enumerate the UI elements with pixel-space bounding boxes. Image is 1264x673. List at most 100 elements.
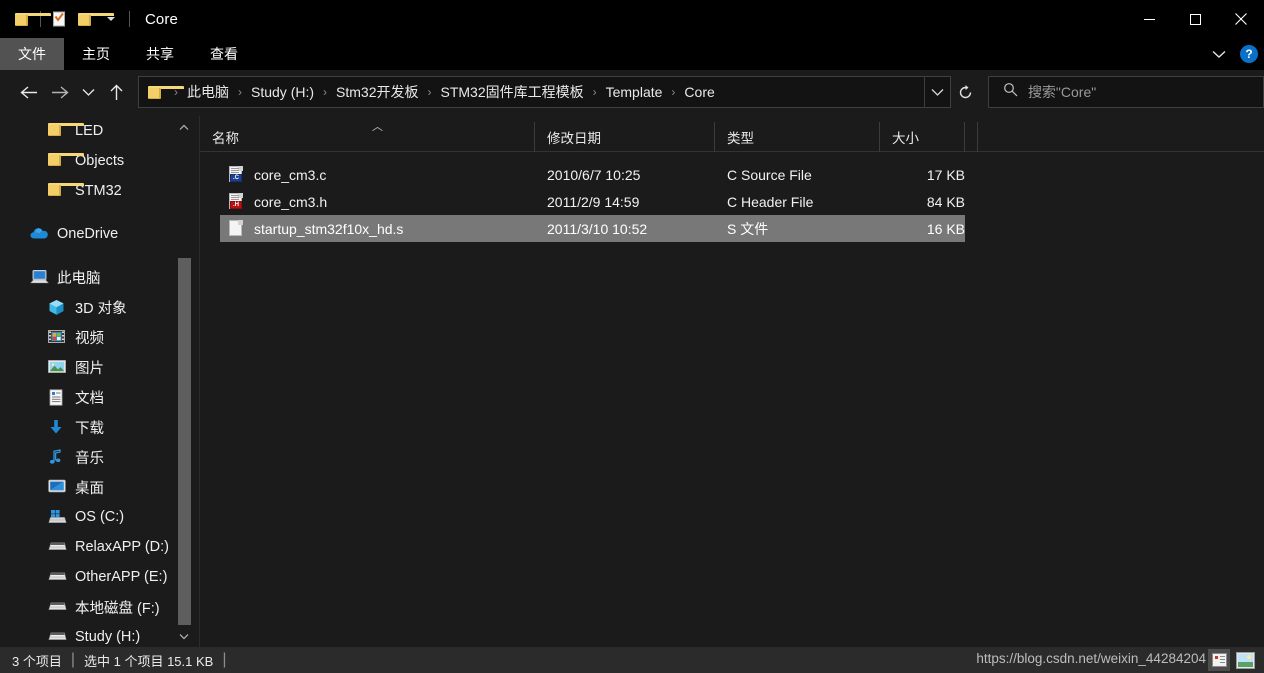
sidebar-item-label: 本地磁盘 (F:) bbox=[75, 600, 160, 617]
breadcrumb-item-3[interactable]: STM32固件库工程模板 bbox=[438, 82, 585, 102]
list-top-spacer bbox=[200, 152, 1264, 161]
close-button[interactable] bbox=[1218, 0, 1264, 38]
recent-locations-button[interactable] bbox=[76, 76, 100, 108]
tab-view[interactable]: 查看 bbox=[192, 38, 256, 70]
sidebar-item-label: 图片 bbox=[75, 360, 104, 377]
up-button[interactable] bbox=[100, 76, 132, 108]
column-header-type[interactable]: 类型 bbox=[715, 121, 880, 152]
navigation-pane: LED Objects STM32 OneDrive 此电脑 3D 对象 视频 … bbox=[0, 116, 200, 647]
folder-icon[interactable] bbox=[9, 6, 51, 32]
sidebar-item-os-c[interactable]: OS (C:) bbox=[0, 502, 200, 532]
toolbar-divider-2 bbox=[129, 11, 130, 27]
breadcrumb-separator-5[interactable]: › bbox=[664, 85, 682, 99]
table-row[interactable]: .C core_cm3.c 2010/6/7 10:25 C Source Fi… bbox=[220, 161, 1164, 188]
address-bar-row: › 此电脑 › Study (H:) › Stm32开发板 › STM32固件库… bbox=[0, 70, 1264, 114]
sidebar-item-label: 下载 bbox=[75, 420, 104, 437]
sidebar-item-label: Study (H:) bbox=[75, 629, 141, 645]
file-type-cell: S 文件 bbox=[727, 220, 769, 237]
tab-share[interactable]: 共享 bbox=[128, 38, 192, 70]
maximize-button[interactable] bbox=[1172, 0, 1218, 38]
item-count-label: 3 个项目 bbox=[12, 653, 62, 669]
music-icon bbox=[48, 448, 65, 466]
file-name-text: core_cm3.c bbox=[254, 166, 327, 183]
file-type-cell: C Header File bbox=[727, 193, 814, 210]
sidebar-item-study-h[interactable]: Study (H:) bbox=[0, 622, 200, 647]
scrollbar-thumb[interactable] bbox=[178, 258, 191, 625]
sidebar-item-label: OneDrive bbox=[57, 226, 119, 242]
search-icon bbox=[1003, 82, 1018, 102]
sidebar-item-music[interactable]: 音乐 bbox=[0, 442, 200, 472]
tab-home[interactable]: 主页 bbox=[64, 38, 128, 70]
c-source-file-icon: .C bbox=[228, 166, 244, 183]
sidebar-item-3d-objects[interactable]: 3D 对象 bbox=[0, 292, 200, 322]
tab-file[interactable]: 文件 bbox=[0, 38, 64, 70]
file-name-text: startup_stm32f10x_hd.s bbox=[254, 220, 404, 237]
sidebar-item-this-pc[interactable]: 此电脑 bbox=[0, 262, 200, 292]
sidebar-item-label: OS (C:) bbox=[75, 509, 125, 525]
file-type-cell: C Source File bbox=[727, 166, 812, 183]
sidebar-item-otherapp-e[interactable]: OtherAPP (E:) bbox=[0, 562, 200, 592]
minimize-button[interactable] bbox=[1126, 0, 1172, 38]
column-header-date[interactable]: 修改日期 bbox=[535, 121, 715, 152]
sidebar-item-videos[interactable]: 视频 bbox=[0, 322, 200, 352]
properties-icon[interactable] bbox=[46, 6, 72, 32]
sidebar-group-gap-1 bbox=[0, 206, 200, 219]
forward-button[interactable] bbox=[44, 76, 76, 108]
chevron-down-icon[interactable] bbox=[1208, 43, 1230, 65]
search-input[interactable]: 搜索"Core" bbox=[1028, 82, 1096, 102]
sidebar-item-local-disk-f[interactable]: 本地磁盘 (F:) bbox=[0, 592, 200, 622]
drive-icon bbox=[48, 599, 67, 616]
help-icon[interactable]: ? bbox=[1240, 45, 1258, 63]
column-header-size[interactable]: 大小 bbox=[880, 121, 965, 152]
address-bar[interactable]: › 此电脑 › Study (H:) › Stm32开发板 › STM32固件库… bbox=[138, 76, 952, 108]
scroll-up-icon[interactable] bbox=[176, 118, 192, 136]
refresh-button[interactable] bbox=[951, 76, 981, 108]
generic-file-icon bbox=[228, 220, 244, 237]
sidebar-item-onedrive[interactable]: OneDrive bbox=[0, 219, 200, 249]
back-button[interactable] bbox=[12, 76, 44, 108]
breadcrumb-separator-2[interactable]: › bbox=[316, 85, 334, 99]
breadcrumb-item-0[interactable]: 此电脑 bbox=[185, 82, 231, 102]
sidebar-item-downloads[interactable]: 下载 bbox=[0, 412, 200, 442]
folder-icon bbox=[48, 182, 84, 200]
ribbon-tab-bar: 文件 主页 共享 查看 ? bbox=[0, 38, 1264, 70]
new-folder-icon[interactable] bbox=[72, 6, 114, 32]
drive-icon bbox=[48, 629, 67, 646]
breadcrumb-item-4[interactable]: Template bbox=[604, 84, 665, 100]
file-explorer-window: Core 文件 主页 共享 查看 ? › 此电脑 › Study (H:) › … bbox=[0, 0, 1264, 673]
folder-icon bbox=[48, 152, 84, 170]
column-header-row: ︿ 名称 修改日期 类型 大小 bbox=[200, 121, 1264, 152]
breadcrumb-item-2[interactable]: Stm32开发板 bbox=[334, 82, 420, 102]
search-box[interactable]: 搜索"Core" bbox=[987, 76, 1264, 108]
sidebar-item-label: 音乐 bbox=[75, 450, 104, 467]
customize-dropdown-icon[interactable] bbox=[98, 6, 124, 32]
sidebar-item-stm32[interactable]: STM32 bbox=[0, 176, 200, 206]
breadcrumb-item-1[interactable]: Study (H:) bbox=[249, 84, 316, 100]
sidebar-item-relaxapp-d[interactable]: RelaxAPP (D:) bbox=[0, 532, 200, 562]
sidebar-item-objects[interactable]: Objects bbox=[0, 146, 200, 176]
sidebar-item-documents[interactable]: 文档 bbox=[0, 382, 200, 412]
navigation-buttons bbox=[0, 76, 132, 108]
file-size-cell: 17 KB bbox=[926, 166, 965, 183]
status-separator-1: | bbox=[70, 651, 75, 668]
window-title: Core bbox=[145, 10, 178, 28]
breadcrumb-separator-1[interactable]: › bbox=[231, 85, 249, 99]
breadcrumb-separator-3[interactable]: › bbox=[420, 85, 438, 99]
file-name-cell: .C core_cm3.c bbox=[220, 166, 547, 183]
details-view-button[interactable] bbox=[1208, 649, 1230, 671]
breadcrumb-item-5[interactable]: Core bbox=[682, 84, 716, 100]
sidebar-item-desktop[interactable]: 桌面 bbox=[0, 472, 200, 502]
address-dropdown-icon[interactable] bbox=[924, 77, 950, 107]
breadcrumb-separator-4[interactable]: › bbox=[586, 85, 604, 99]
column-header-name[interactable]: 名称 bbox=[200, 121, 535, 152]
table-row[interactable]: .H core_cm3.h 2011/2/9 14:59 C Header Fi… bbox=[220, 188, 1164, 215]
sidebar-scrollbar[interactable] bbox=[176, 116, 192, 647]
sidebar-item-led[interactable]: LED bbox=[0, 116, 200, 146]
sidebar-item-pictures[interactable]: 图片 bbox=[0, 352, 200, 382]
c-header-file-icon: .H bbox=[228, 193, 244, 210]
table-row[interactable]: startup_stm32f10x_hd.s 2011/3/10 10:52 S… bbox=[220, 215, 965, 242]
file-size-cell: 16 KB bbox=[926, 220, 965, 237]
large-icons-view-button[interactable] bbox=[1234, 649, 1256, 671]
videos-icon bbox=[48, 329, 65, 346]
scroll-down-icon[interactable] bbox=[176, 627, 192, 645]
